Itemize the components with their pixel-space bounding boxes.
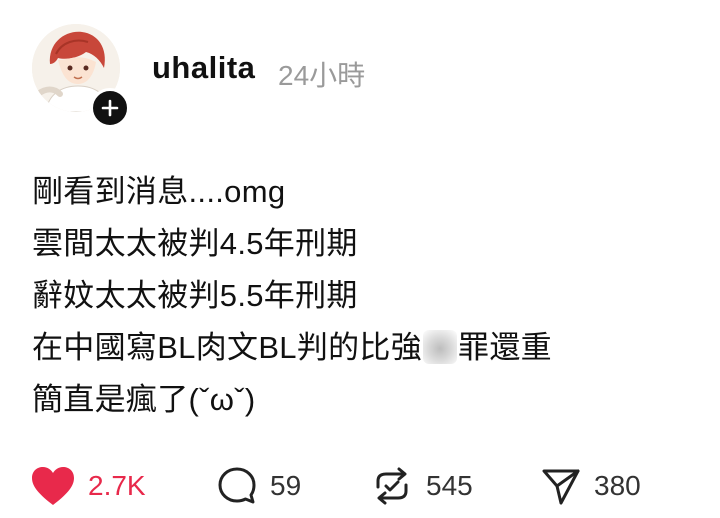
comment-bubble-icon: [218, 467, 256, 504]
share-button[interactable]: 380: [540, 462, 641, 510]
post-line-4-start: 在中國寫BL肉文BL判的比強: [32, 330, 423, 365]
post-text: 剛看到消息....omg 雲間太太被判4.5年刑期 辭妏太太被判5.5年刑期 在…: [32, 166, 552, 426]
post-line-2: 雲間太太被判4.5年刑期: [32, 226, 358, 261]
send-icon: [542, 469, 580, 505]
threads-post: uhalita 24小時 剛看到消息....omg 雲間太太被判4.5年刑期 辭…: [0, 0, 720, 518]
heart-icon: [32, 467, 74, 505]
post-timestamp: 24小時: [278, 60, 366, 91]
repost-icon: [376, 467, 408, 505]
censor-blur: [423, 330, 458, 364]
post-line-4: 在中國寫BL肉文BL判的比強 罪還重: [32, 322, 552, 374]
repost-button[interactable]: 545: [370, 462, 473, 510]
like-button[interactable]: 2.7K: [30, 462, 146, 510]
post-line-5: 簡直是瘋了(ˇωˇ): [32, 382, 256, 417]
post-line-4-end: 罪還重: [458, 330, 552, 365]
post-line-3: 辭妏太太被判5.5年刑期: [32, 278, 358, 313]
like-count: 2.7K: [88, 470, 146, 501]
plus-icon: [101, 99, 119, 117]
share-count: 380: [594, 470, 641, 501]
repost-count: 545: [426, 470, 473, 501]
username[interactable]: uhalita: [152, 50, 255, 86]
comment-button[interactable]: 59: [216, 462, 301, 510]
avatar-container[interactable]: [30, 22, 130, 128]
follow-button[interactable]: [90, 88, 130, 128]
comment-count: 59: [270, 470, 302, 501]
post-line-1: 剛看到消息....omg: [32, 174, 286, 209]
